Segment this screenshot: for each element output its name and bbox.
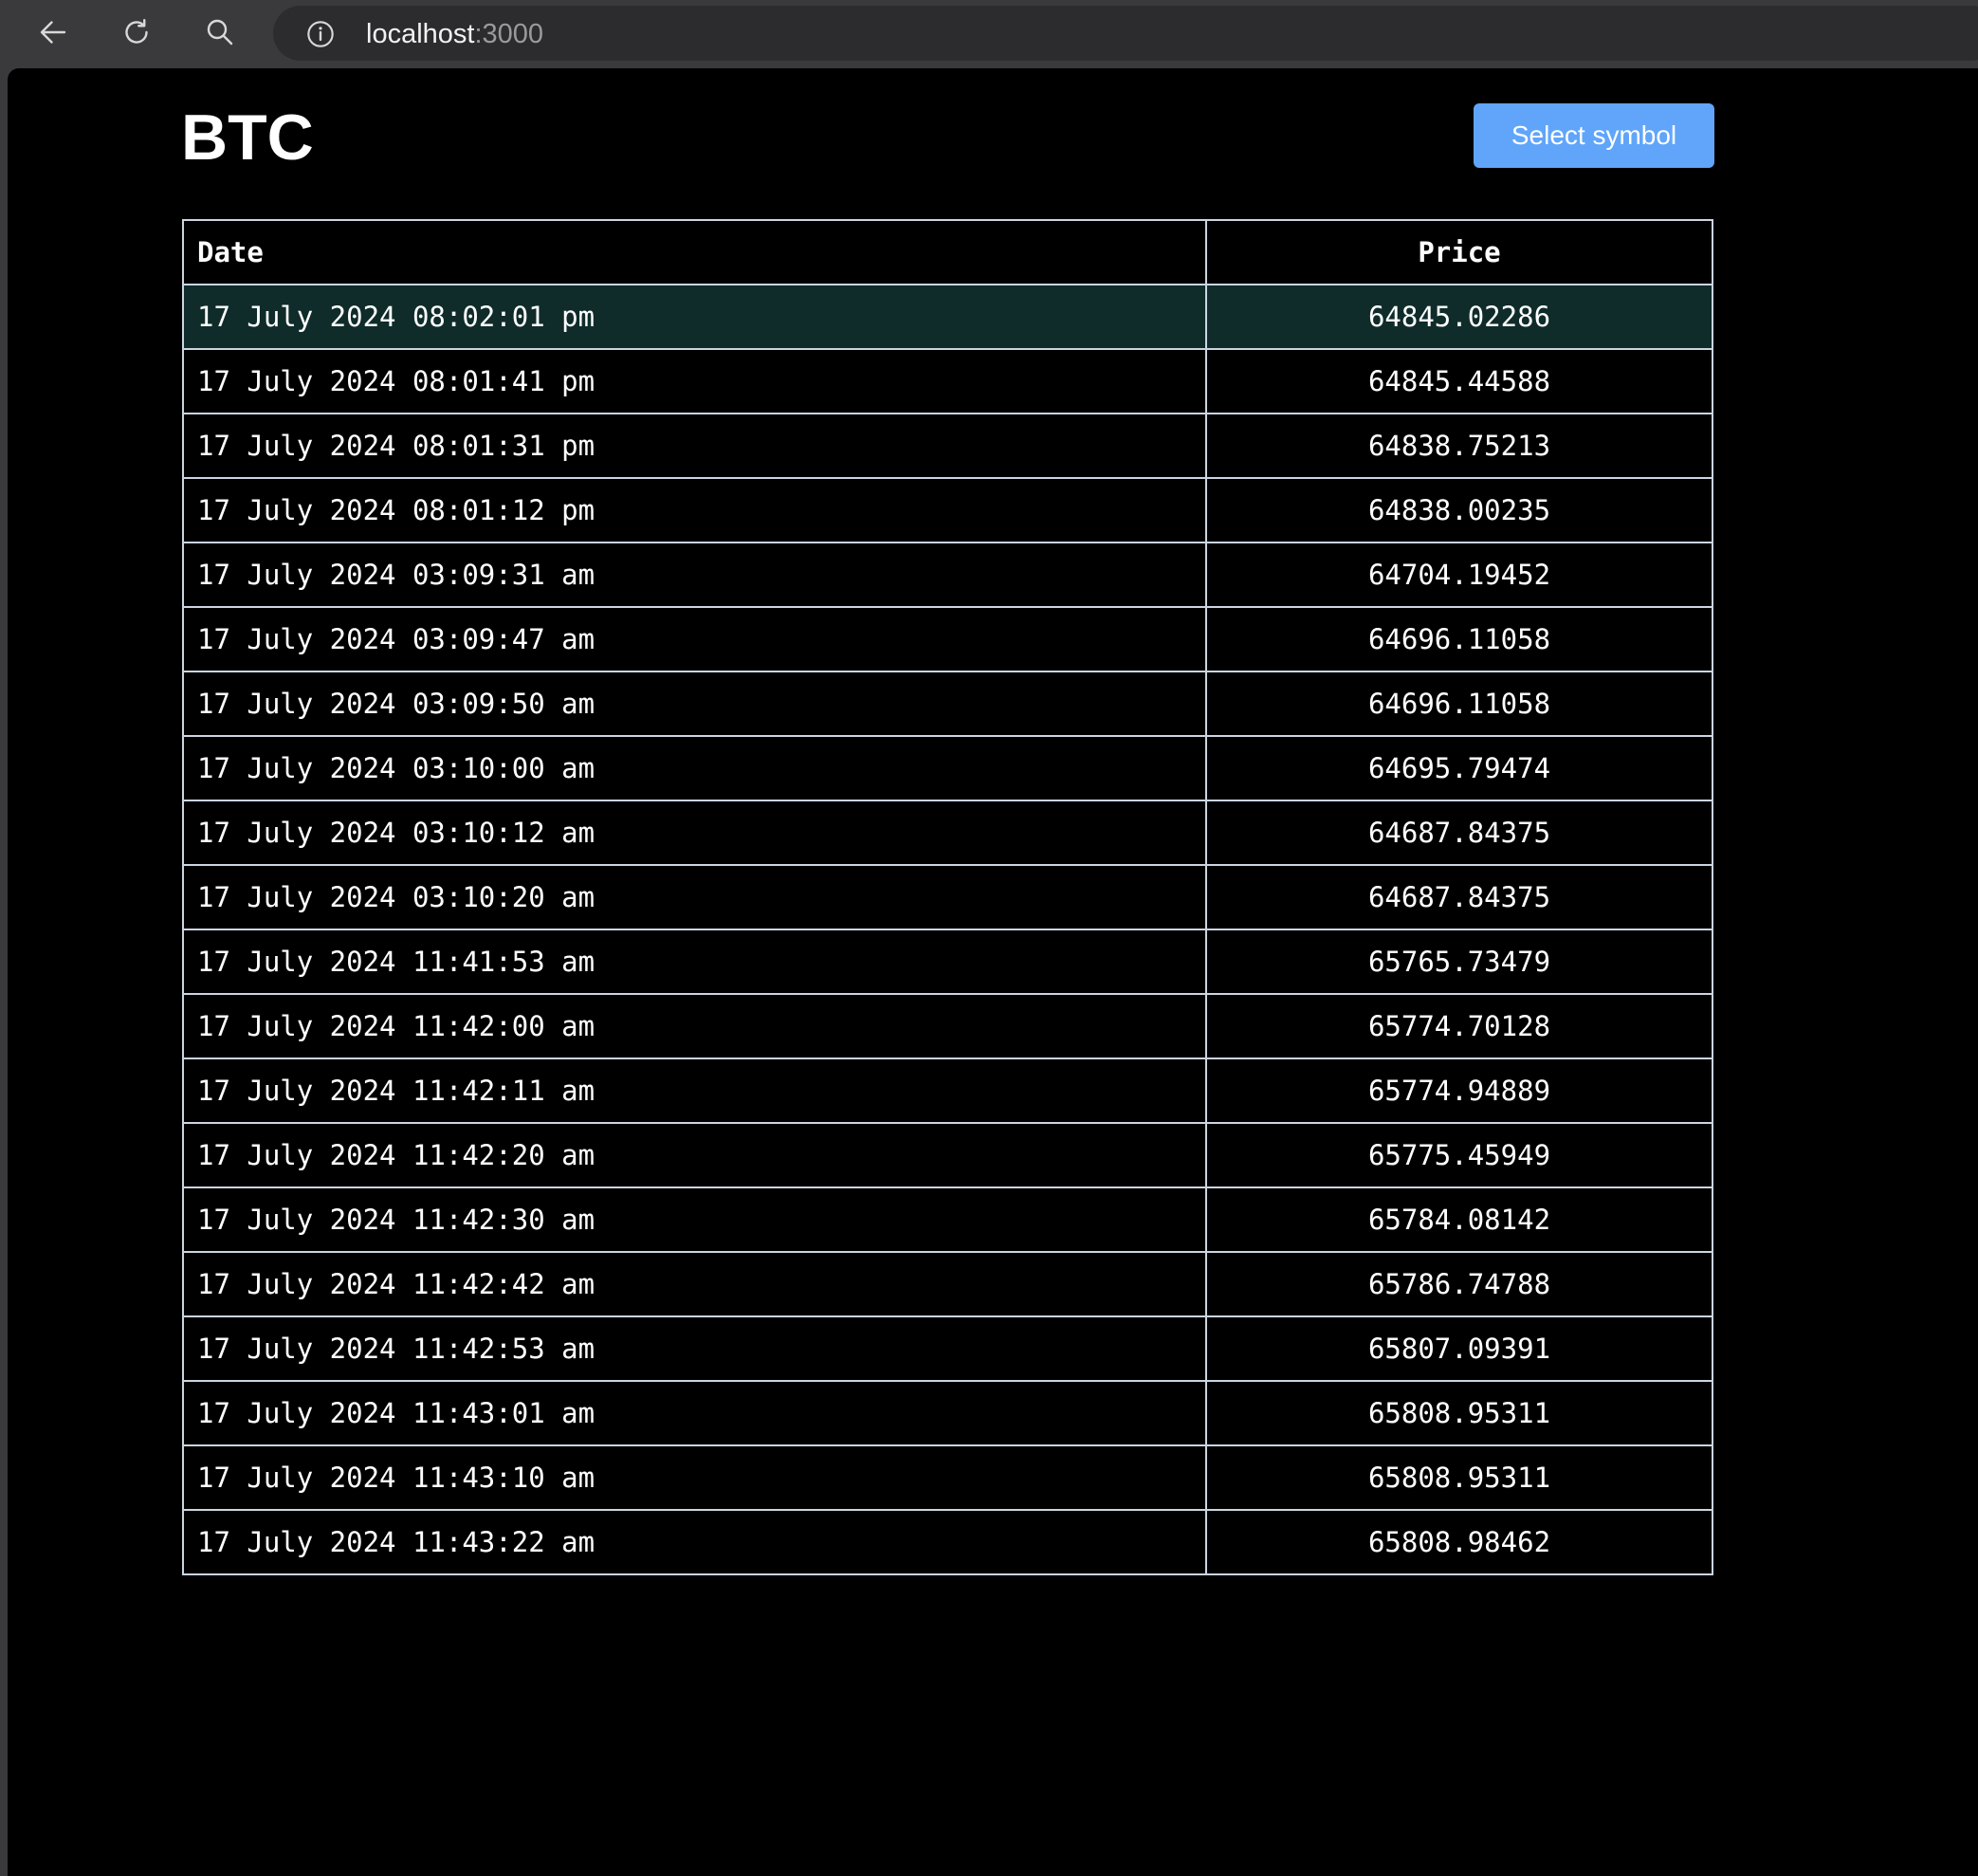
price-cell: 64687.84375 [1205,864,1713,930]
table-row[interactable]: 17 July 2024 03:10:00 am 64695.79474 [182,735,1713,801]
date-cell: 17 July 2024 08:02:01 pm [182,284,1207,350]
table-row[interactable]: 17 July 2024 11:42:11 am 65774.94889 [182,1058,1713,1124]
date-cell: 17 July 2024 11:42:00 am [182,993,1207,1059]
table-row[interactable]: 17 July 2024 03:09:47 am 64696.11058 [182,606,1713,672]
date-cell: 17 July 2024 08:01:31 pm [182,413,1207,479]
table-row[interactable]: 17 July 2024 11:43:22 am 65808.98462 [182,1509,1713,1575]
url-text[interactable]: localhost:3000 [366,19,543,49]
price-cell: 64838.75213 [1205,413,1713,479]
date-cell: 17 July 2024 03:09:47 am [182,606,1207,672]
address-bar[interactable]: localhost:3000 [273,6,1978,61]
date-cell: 17 July 2024 11:42:30 am [182,1186,1207,1253]
table-row[interactable]: 17 July 2024 11:43:10 am 65808.95311 [182,1444,1713,1511]
date-cell: 17 July 2024 11:42:53 am [182,1315,1207,1382]
search-button[interactable] [201,13,239,51]
date-cell: 17 July 2024 03:10:20 am [182,864,1207,930]
url-port: :3000 [474,19,544,49]
back-button[interactable] [34,13,72,51]
date-cell: 17 July 2024 03:10:12 am [182,800,1207,866]
date-cell: 17 July 2024 03:09:31 am [182,542,1207,608]
table-row[interactable]: 17 July 2024 11:42:20 am 65775.45949 [182,1122,1713,1188]
price-cell: 65808.95311 [1205,1380,1713,1446]
table-row[interactable]: 17 July 2024 08:02:01 pm 64845.02286 [182,284,1713,350]
date-column-header: Date [182,219,1207,285]
price-cell: 64838.00235 [1205,477,1713,543]
price-cell: 65775.45949 [1205,1122,1713,1188]
price-cell: 65765.73479 [1205,929,1713,995]
select-symbol-button[interactable]: Select symbol [1474,103,1714,168]
table-row[interactable]: 17 July 2024 08:01:12 pm 64838.00235 [182,477,1713,543]
browser-toolbar: localhost:3000 [0,0,1978,68]
price-cell: 64696.11058 [1205,671,1713,737]
date-cell: 17 July 2024 11:42:20 am [182,1122,1207,1188]
table-row[interactable]: 17 July 2024 11:42:30 am 65784.08142 [182,1186,1713,1253]
search-icon [207,19,233,46]
price-cell: 65786.74788 [1205,1251,1713,1317]
price-cell: 64845.44588 [1205,348,1713,414]
table-row[interactable]: 17 July 2024 08:01:31 pm 64838.75213 [182,413,1713,479]
price-cell: 65774.94889 [1205,1058,1713,1124]
table-header-row: Date Price [182,219,1713,285]
date-cell: 17 July 2024 03:10:00 am [182,735,1207,801]
date-cell: 17 July 2024 11:43:01 am [182,1380,1207,1446]
price-cell: 64687.84375 [1205,800,1713,866]
date-cell: 17 July 2024 11:43:22 am [182,1509,1207,1575]
price-cell: 65808.95311 [1205,1444,1713,1511]
date-cell: 17 July 2024 11:42:11 am [182,1058,1207,1124]
date-cell: 17 July 2024 11:41:53 am [182,929,1207,995]
price-cell: 65784.08142 [1205,1186,1713,1253]
price-cell: 65774.70128 [1205,993,1713,1059]
reload-icon [125,19,148,44]
price-cell: 64696.11058 [1205,606,1713,672]
price-cell: 65808.98462 [1205,1509,1713,1575]
price-cell: 64695.79474 [1205,735,1713,801]
table-row[interactable]: 17 July 2024 03:10:20 am 64687.84375 [182,864,1713,930]
table-row[interactable]: 17 July 2024 11:42:00 am 65774.70128 [182,993,1713,1059]
price-column-header: Price [1205,219,1713,285]
price-cell: 64704.19452 [1205,542,1713,608]
date-cell: 17 July 2024 11:42:42 am [182,1251,1207,1317]
table-row[interactable]: 17 July 2024 03:10:12 am 64687.84375 [182,800,1713,866]
table-row[interactable]: 17 July 2024 08:01:41 pm 64845.44588 [182,348,1713,414]
page-title: BTC [181,101,314,174]
url-host: localhost [366,19,475,49]
reload-button[interactable] [118,13,156,51]
price-cell: 64845.02286 [1205,284,1713,350]
table-row[interactable]: 17 July 2024 11:42:53 am 65807.09391 [182,1315,1713,1382]
price-cell: 65807.09391 [1205,1315,1713,1382]
info-icon[interactable] [305,19,336,49]
table-row[interactable]: 17 July 2024 11:42:42 am 65786.74788 [182,1251,1713,1317]
date-cell: 17 July 2024 03:09:50 am [182,671,1207,737]
arrow-left-icon [40,21,66,44]
table-row[interactable]: 17 July 2024 03:09:31 am 64704.19452 [182,542,1713,608]
date-cell: 17 July 2024 11:43:10 am [182,1444,1207,1511]
table-row[interactable]: 17 July 2024 11:43:01 am 65808.95311 [182,1380,1713,1446]
price-table: Date Price 17 July 2024 08:02:01 pm 64845… [182,219,1713,1575]
table-body: 17 July 2024 08:02:01 pm 64845.02286 17 Ju… [182,284,1713,1575]
date-cell: 17 July 2024 08:01:12 pm [182,477,1207,543]
date-cell: 17 July 2024 08:01:41 pm [182,348,1207,414]
table-row[interactable]: 17 July 2024 03:09:50 am 64696.11058 [182,671,1713,737]
table-row[interactable]: 17 July 2024 11:41:53 am 65765.73479 [182,929,1713,995]
